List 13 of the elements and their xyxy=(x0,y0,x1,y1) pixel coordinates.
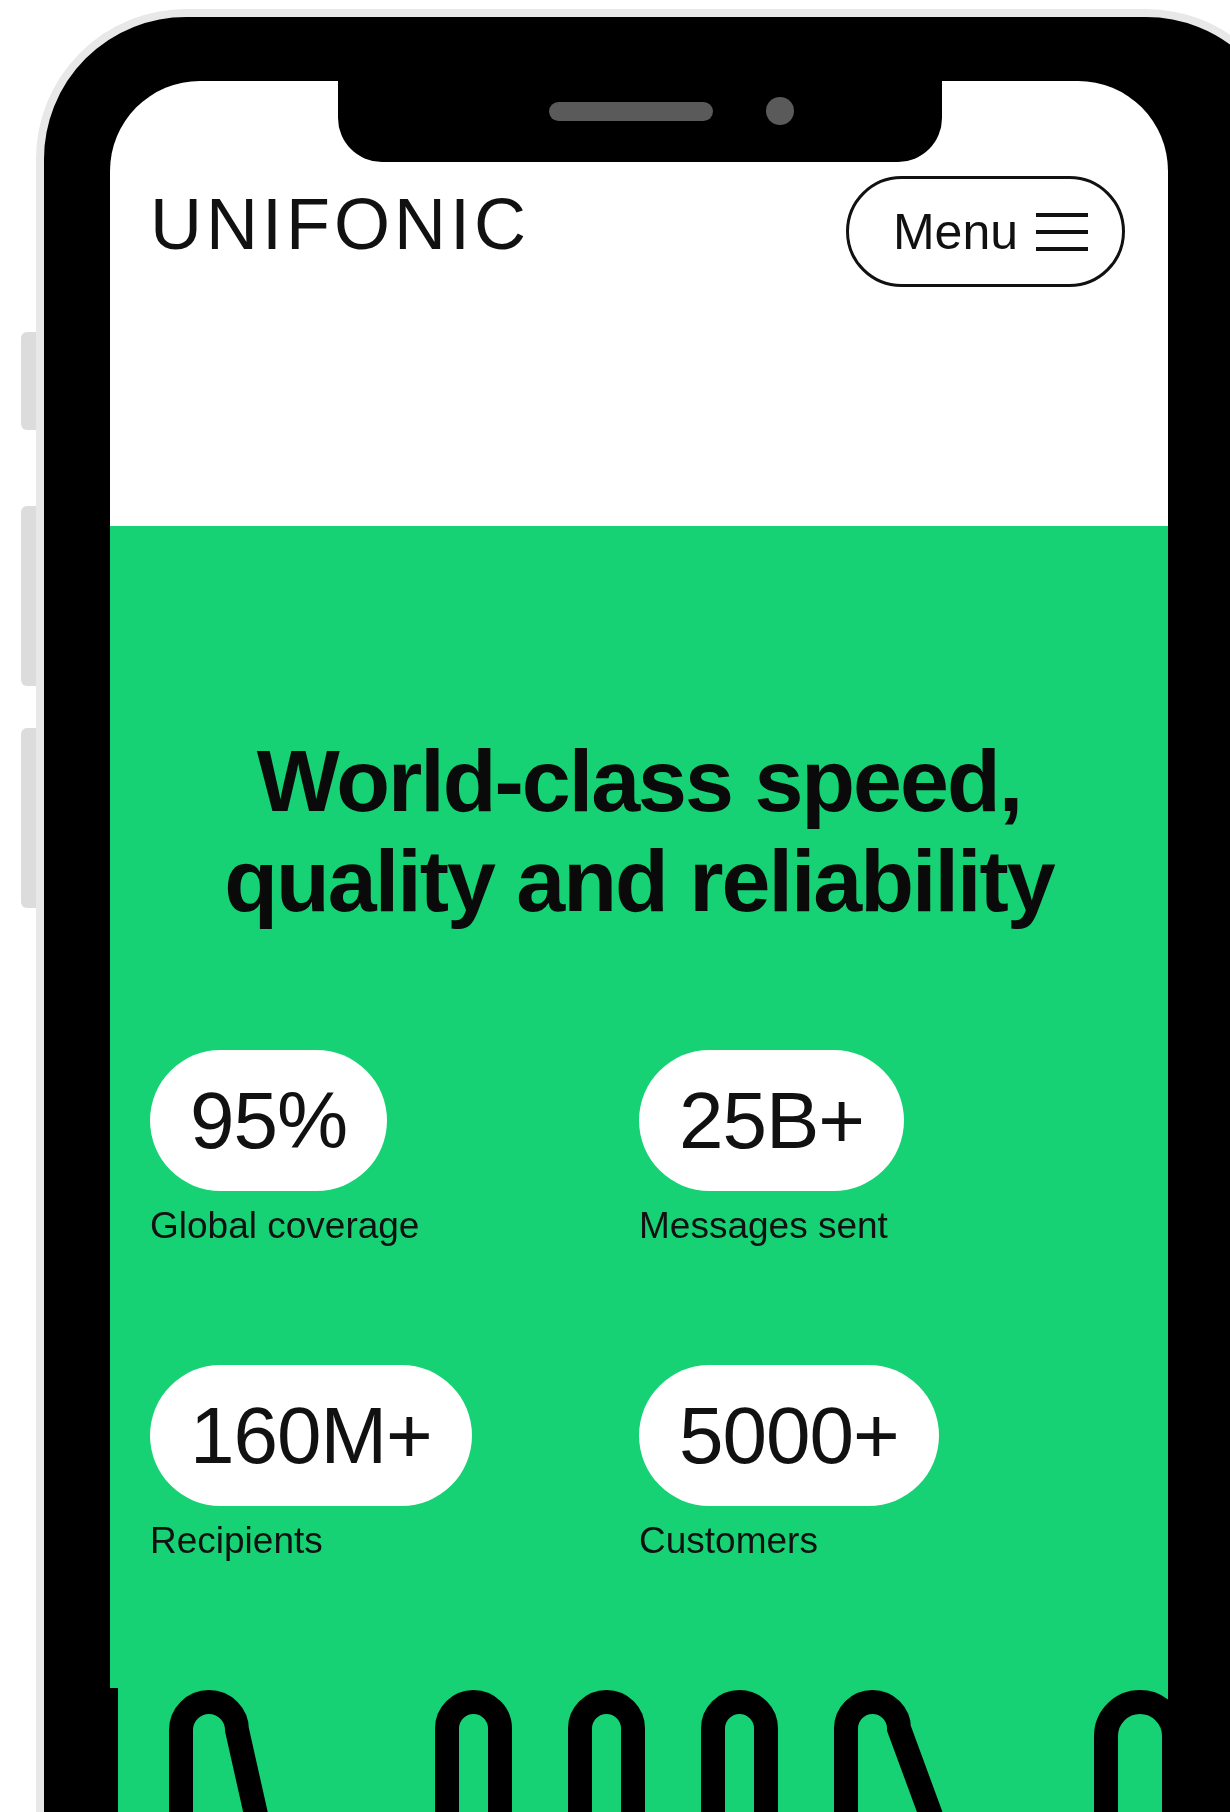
logo[interactable]: UNIFONIC xyxy=(150,188,530,260)
stat-value: 95% xyxy=(150,1050,388,1191)
menu-icon xyxy=(1036,211,1088,252)
stat-label: Recipients xyxy=(150,1520,323,1562)
stat-label: Messages sent xyxy=(639,1205,888,1247)
menu-button[interactable]: Menu xyxy=(845,176,1125,287)
stat-label: Customers xyxy=(639,1520,818,1562)
stat-label: Global coverage xyxy=(150,1205,420,1247)
stat-value: 160M+ xyxy=(150,1365,472,1506)
camera-dot xyxy=(766,97,794,125)
section-heading: World-class speed, quality and reliability xyxy=(223,731,1056,931)
stat-value: 25B+ xyxy=(639,1050,905,1191)
stat-value: 5000+ xyxy=(639,1365,939,1506)
